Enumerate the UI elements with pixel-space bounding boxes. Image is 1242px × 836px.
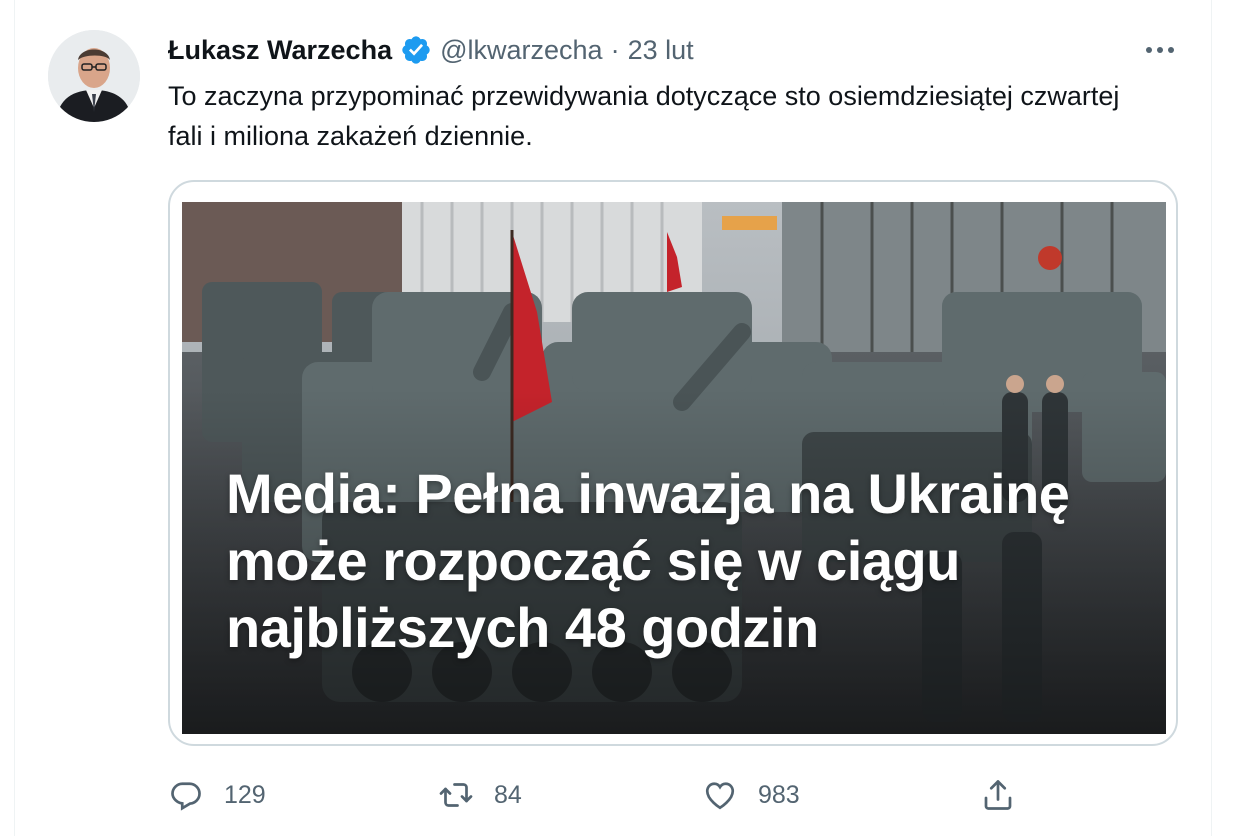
reply-count: 129 xyxy=(224,780,266,809)
card-right-border xyxy=(1211,0,1212,836)
author-avatar[interactable] xyxy=(48,30,140,122)
tweet-header: Łukasz Warzecha @lkwarzecha · 23 lut xyxy=(168,32,694,68)
author-handle[interactable]: @lkwarzecha xyxy=(440,32,602,68)
more-options-icon[interactable] xyxy=(1140,36,1180,64)
tweet-text: To zaczyna przypominać przewidywania dot… xyxy=(168,81,1120,151)
retweet-count: 84 xyxy=(494,780,522,809)
heart-icon xyxy=(705,782,735,810)
share-icon xyxy=(984,780,1012,810)
retweet-button[interactable]: 84 xyxy=(438,770,522,820)
tweet-media-card[interactable]: Media: Pełna inwazja na Ukrainę może roz… xyxy=(168,180,1178,746)
author-name[interactable]: Łukasz Warzecha xyxy=(168,32,392,68)
like-button[interactable]: 983 xyxy=(702,770,800,820)
media-headline: Media: Pełna inwazja na Ukrainę może roz… xyxy=(226,462,1070,659)
reply-button[interactable]: 129 xyxy=(168,770,266,820)
retweet-icon xyxy=(439,783,473,807)
tweet-actions: 129 84 983 xyxy=(168,770,1048,820)
verified-badge-icon xyxy=(400,34,432,66)
header-separator: · xyxy=(610,35,620,65)
share-button[interactable] xyxy=(980,770,1016,820)
like-count: 983 xyxy=(758,780,800,809)
reply-icon xyxy=(171,782,201,811)
media-image: Media: Pełna inwazja na Ukrainę może roz… xyxy=(182,202,1166,734)
tweet-date[interactable]: 23 lut xyxy=(628,32,694,68)
card-left-border xyxy=(14,0,15,836)
